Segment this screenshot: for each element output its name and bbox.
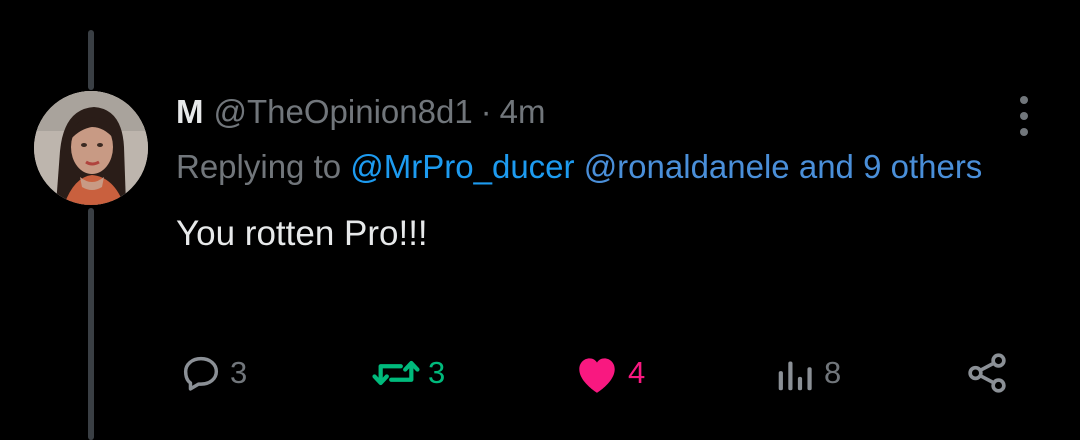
heart-icon [572, 350, 622, 396]
views-button[interactable]: 8 [772, 345, 841, 401]
share-button[interactable] [964, 345, 1010, 401]
tweet-text: You rotten Pro!!! [176, 214, 428, 253]
mention-link[interactable]: @ronaldanele [584, 148, 790, 185]
mention-others-link[interactable]: and 9 others [799, 148, 982, 185]
tweet-content: M @TheOpinion8d1 · 4m Replying to @MrPro… [176, 90, 1046, 258]
replying-prefix: Replying to [176, 148, 342, 185]
avatar[interactable] [34, 91, 148, 205]
reply-button[interactable]: 3 [178, 345, 247, 401]
avatar-image [34, 91, 148, 205]
like-count: 4 [628, 355, 646, 390]
replying-to: Replying to @MrPro_ducer @ronaldanele an… [176, 138, 1046, 196]
thread-line-bottom [88, 208, 94, 440]
user-handle[interactable]: @TheOpinion8d1 [214, 90, 473, 134]
separator-dot: · [480, 93, 492, 130]
action-bar: 3 3 4 8 [178, 345, 1038, 401]
retweet-count: 3 [428, 355, 446, 390]
reply-icon [178, 350, 224, 396]
mention-link[interactable]: @MrPro_ducer [350, 148, 574, 185]
share-icon [964, 350, 1010, 396]
tweet-header: M @TheOpinion8d1 · 4m [176, 90, 1046, 134]
thread-line-top [88, 30, 94, 90]
timestamp[interactable]: 4m [500, 90, 546, 134]
retweet-icon [370, 350, 422, 396]
display-name[interactable]: M [176, 90, 204, 134]
views-icon [772, 350, 818, 396]
reply-count: 3 [230, 355, 248, 390]
views-count: 8 [824, 355, 842, 390]
like-button[interactable]: 4 [572, 345, 645, 401]
retweet-button[interactable]: 3 [370, 345, 445, 401]
